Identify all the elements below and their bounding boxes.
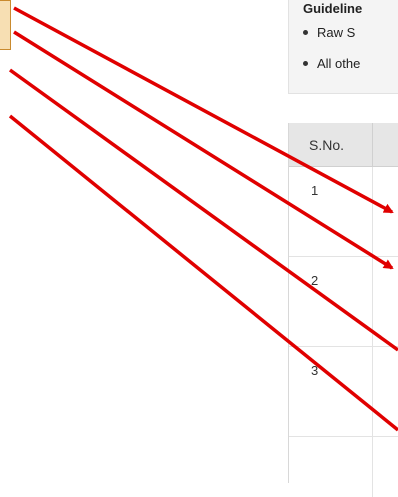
bullet-icon xyxy=(303,61,308,66)
guidelines-title: Guideline xyxy=(303,1,363,16)
guideline-text: Raw S xyxy=(317,25,356,40)
bullet-icon xyxy=(303,30,308,35)
column-header-sno: S.No. xyxy=(289,123,373,166)
guideline-item: All othe xyxy=(303,55,398,72)
table-row xyxy=(289,437,398,497)
cell-sno: 2 xyxy=(289,257,373,346)
table-header-row: S.No. xyxy=(289,123,398,167)
cell-sno: 3 xyxy=(289,347,373,436)
guidelines-list: Raw S All othe xyxy=(303,24,398,72)
guidelines-panel: Guideline Raw S All othe xyxy=(288,0,398,94)
cell-sno xyxy=(289,437,373,497)
guideline-item: Raw S xyxy=(303,24,398,41)
cell-sno: 1 xyxy=(289,167,373,256)
table-row: 3 xyxy=(289,347,398,437)
table-row: 1 xyxy=(289,167,398,257)
highlight-callout-box xyxy=(0,0,11,50)
table-row: 2 xyxy=(289,257,398,347)
guideline-text: All othe xyxy=(317,56,361,71)
cell-content xyxy=(373,437,398,497)
cell-content xyxy=(373,347,398,436)
cell-content xyxy=(373,167,398,256)
data-table: S.No. 1 2 3 xyxy=(288,123,398,497)
column-header-next xyxy=(373,123,398,166)
cell-content xyxy=(373,257,398,346)
